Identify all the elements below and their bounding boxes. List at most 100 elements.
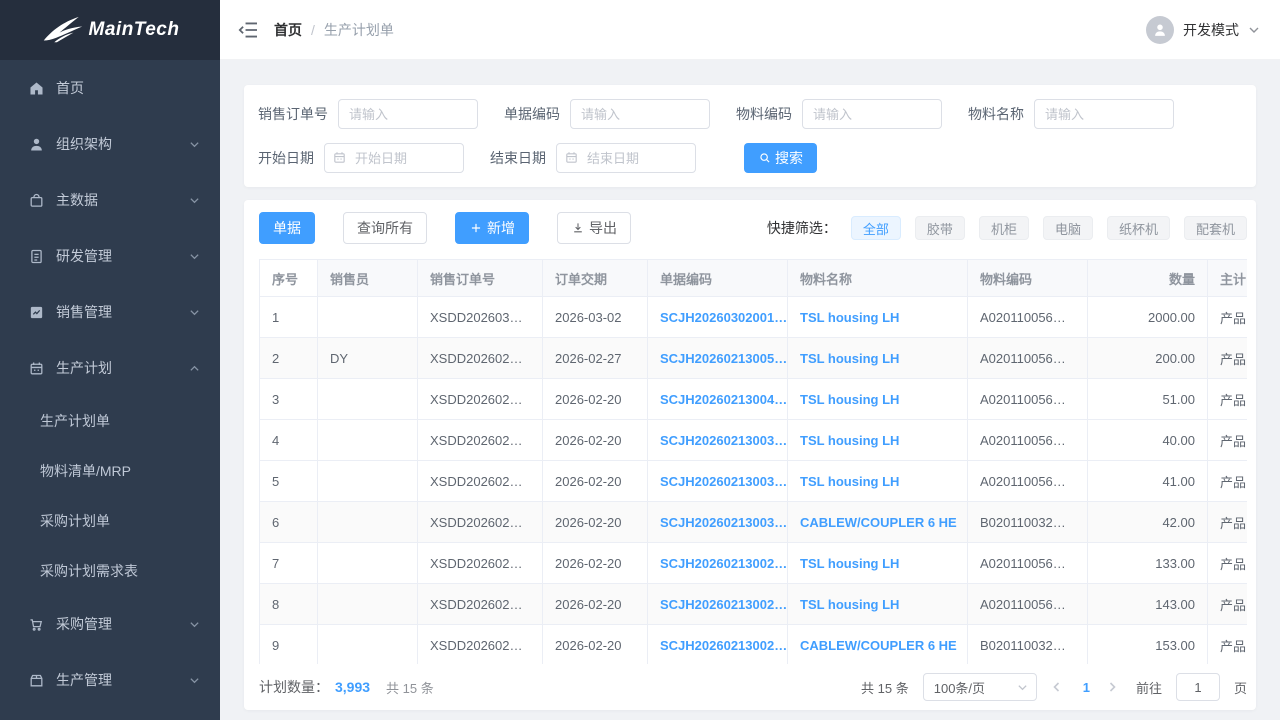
sidebar-item[interactable]: 研发管理 xyxy=(0,228,220,284)
quick-filter-pill[interactable]: 纸杯机 xyxy=(1107,216,1170,240)
cell-material-name-link[interactable]: TSL housing LH xyxy=(788,420,968,461)
breadcrumb-home[interactable]: 首页 xyxy=(274,20,302,40)
top-header: 首页 / 生产计划单 开发模式 xyxy=(220,0,1280,60)
goto-page-input[interactable] xyxy=(1176,673,1220,701)
cell-sales-order: XSDD202602… xyxy=(418,420,543,461)
cell-material-code: B020110032… xyxy=(968,625,1088,665)
quick-filter-pill[interactable]: 全部 xyxy=(851,216,901,240)
cell-unit: 产品 xyxy=(1208,420,1248,461)
export-button-label: 导出 xyxy=(589,218,617,238)
cell-material-name-link[interactable]: TSL housing LH xyxy=(788,297,968,338)
cell-unit: 产品 xyxy=(1208,502,1248,543)
page-size-value: 100条/页 xyxy=(934,678,985,697)
sidebar-item-icon xyxy=(28,192,45,209)
sidebar-item[interactable]: 采购计划需求表 xyxy=(0,546,220,596)
table-row[interactable]: 5 XSDD202602… 2026-02-20 SCJH20260213003… xyxy=(260,461,1248,502)
cell-unit: 产品 xyxy=(1208,379,1248,420)
search-button[interactable]: 搜索 xyxy=(744,143,817,173)
cell-index: 9 xyxy=(260,625,318,665)
filter-label: 物料编码 xyxy=(736,104,792,124)
cell-material-name-link[interactable]: TSL housing LH xyxy=(788,543,968,584)
goto-unit-label: 页 xyxy=(1234,678,1247,697)
user-menu[interactable]: 开发模式 xyxy=(1146,16,1260,44)
add-button[interactable]: 新增 xyxy=(455,212,529,244)
cell-material-name-link[interactable]: TSL housing LH xyxy=(788,461,968,502)
column-header: 物料名称 xyxy=(788,260,968,297)
table-row[interactable]: 7 XSDD202602… 2026-02-20 SCJH20260213002… xyxy=(260,543,1248,584)
prev-page-button[interactable] xyxy=(1051,679,1067,695)
sidebar-item[interactable]: 生产计划 xyxy=(0,340,220,396)
filter-input[interactable] xyxy=(802,99,942,129)
cell-sales-order: XSDD202602… xyxy=(418,461,543,502)
cell-material-name-link[interactable]: TSL housing LH xyxy=(788,338,968,379)
table-row[interactable]: 2 DY XSDD202602… 2026-02-27 SCJH20260213… xyxy=(260,338,1248,379)
cell-material-name-link[interactable]: CABLEW/COUPLER 6 HE xyxy=(788,502,968,543)
search-button-label: 搜索 xyxy=(775,148,803,168)
sidebar-item[interactable]: 首页 xyxy=(0,60,220,116)
next-page-button[interactable] xyxy=(1106,679,1122,695)
cell-index: 8 xyxy=(260,584,318,625)
sidebar-item[interactable]: 组织架构 xyxy=(0,116,220,172)
table-row[interactable]: 3 XSDD202602… 2026-02-20 SCJH20260213004… xyxy=(260,379,1248,420)
table-row[interactable]: 8 XSDD202602… 2026-02-20 SCJH20260213002… xyxy=(260,584,1248,625)
sidebar-item-icon xyxy=(28,248,45,265)
cell-doc-code-link[interactable]: SCJH20260213004… xyxy=(648,379,788,420)
sidebar-item[interactable]: 生产计划单 xyxy=(0,396,220,446)
sidebar-item[interactable]: 销售管理 xyxy=(0,284,220,340)
sidebar-item[interactable]: 主数据 xyxy=(0,172,220,228)
sidebar-item-icon xyxy=(28,304,45,321)
cell-index: 7 xyxy=(260,543,318,584)
table-row[interactable]: 1 XSDD202603… 2026-03-02 SCJH20260302001… xyxy=(260,297,1248,338)
quick-filters: 快捷筛选： 全部 胶带 机柜 电脑 纸杯机 配套机 xyxy=(767,216,1247,240)
cell-material-name-link[interactable]: TSL housing LH xyxy=(788,379,968,420)
sidebar-item[interactable]: 采购计划单 xyxy=(0,496,220,546)
filter-input[interactable] xyxy=(570,99,710,129)
date-input[interactable] xyxy=(556,143,696,173)
cell-doc-code-link[interactable]: SCJH20260213005… xyxy=(648,338,788,379)
cell-doc-code-link[interactable]: SCJH20260213003… xyxy=(648,461,788,502)
cell-doc-code-link[interactable]: SCJH20260213003… xyxy=(648,420,788,461)
cell-material-name-link[interactable]: CABLEW/COUPLER 6 HE xyxy=(788,625,968,665)
sidebar-item[interactable]: 生产管理 xyxy=(0,652,220,708)
table-header-row: 序号 销售员 销售订单号 订单交期 单据编码 物料 xyxy=(260,260,1248,297)
cell-doc-code-link[interactable]: SCJH20260213003… xyxy=(648,502,788,543)
sidebar-item[interactable]: 物料清单/MRP xyxy=(0,446,220,496)
table-row[interactable]: 4 XSDD202602… 2026-02-20 SCJH20260213003… xyxy=(260,420,1248,461)
breadcrumb: 首页 / 生产计划单 xyxy=(274,20,394,40)
filter-row-2: 开始日期 结束日期 xyxy=(258,143,1242,173)
quick-filter-pill[interactable]: 配套机 xyxy=(1184,216,1247,240)
cell-material-name-link[interactable]: TSL housing LH xyxy=(788,584,968,625)
query-all-button[interactable]: 查询所有 xyxy=(343,212,427,244)
quick-filter-pill[interactable]: 机柜 xyxy=(979,216,1029,240)
collapse-sidebar-icon[interactable] xyxy=(238,21,258,39)
date-picker xyxy=(324,143,464,173)
export-button[interactable]: 导出 xyxy=(557,212,631,244)
sidebar-item-icon xyxy=(28,616,45,633)
cell-sales-order: XSDD202602… xyxy=(418,625,543,665)
column-header: 订单交期 xyxy=(543,260,648,297)
quick-filter-pill[interactable]: 电脑 xyxy=(1043,216,1093,240)
page-size-select[interactable]: 100条/页 xyxy=(923,673,1037,701)
table-row[interactable]: 6 XSDD202602… 2026-02-20 SCJH20260213003… xyxy=(260,502,1248,543)
cell-doc-code-link[interactable]: SCJH20260213002… xyxy=(648,625,788,665)
column-header: 销售订单号 xyxy=(418,260,543,297)
table-row[interactable]: 9 XSDD202602… 2026-02-20 SCJH20260213002… xyxy=(260,625,1248,665)
sidebar-item-label: 生产计划单 xyxy=(40,411,200,431)
table-footer: 计划数量： 3,993 共 15 条 共 15 条 100条/页 1 前往 xyxy=(259,664,1247,710)
page-number[interactable]: 1 xyxy=(1081,680,1092,695)
date-input[interactable] xyxy=(324,143,464,173)
cell-doc-code-link[interactable]: SCJH20260302001… xyxy=(648,297,788,338)
cell-doc-code-link[interactable]: SCJH20260213002… xyxy=(648,584,788,625)
document-button[interactable]: 单据 xyxy=(259,212,315,244)
cell-quantity: 2000.00 xyxy=(1088,297,1208,338)
column-header: 单据编码 xyxy=(648,260,788,297)
table-scroll-area[interactable]: 序号 销售员 销售订单号 订单交期 单据编码 物料 xyxy=(259,259,1247,664)
filter-input[interactable] xyxy=(1034,99,1174,129)
cell-doc-code-link[interactable]: SCJH20260213002… xyxy=(648,543,788,584)
filter-label: 开始日期 xyxy=(258,148,314,168)
chevron-down-icon xyxy=(1017,682,1028,693)
filter-input[interactable] xyxy=(338,99,478,129)
quick-filter-pill[interactable]: 胶带 xyxy=(915,216,965,240)
chevron-down-icon xyxy=(189,195,200,206)
sidebar-item[interactable]: 采购管理 xyxy=(0,596,220,652)
